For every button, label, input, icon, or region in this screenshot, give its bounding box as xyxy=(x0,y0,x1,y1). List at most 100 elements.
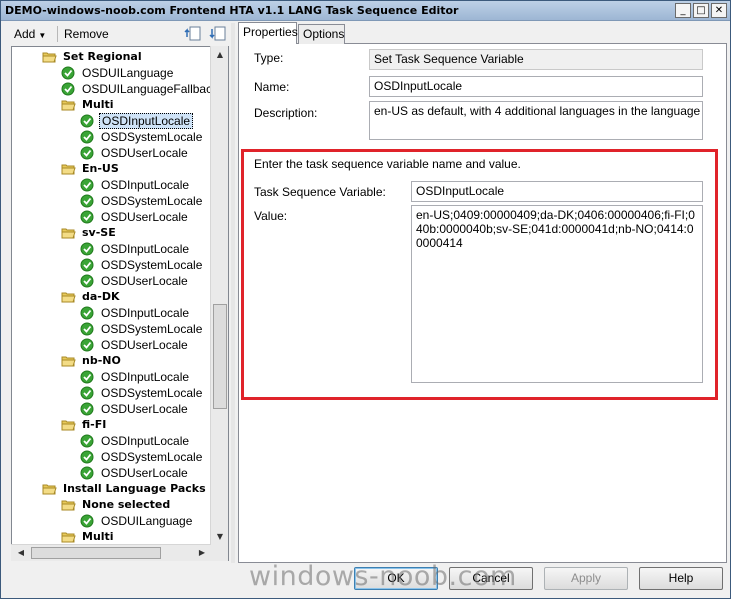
tree-item-label: da-DK xyxy=(82,290,120,303)
tree-item-label: OSDInputLocale xyxy=(101,306,190,320)
add-label: Add xyxy=(14,27,36,41)
type-label: Type: xyxy=(254,51,284,65)
move-up-icon[interactable] xyxy=(184,25,202,43)
tree-item-label: Multi xyxy=(82,530,114,543)
tree-item-label: OSDInputLocale xyxy=(101,178,190,192)
green-check-icon xyxy=(80,130,95,144)
tree-item-label: None selected xyxy=(82,498,171,511)
chevron-down-icon: ▼ xyxy=(38,31,47,40)
tree-item-label: OSDUILanguageFallback xyxy=(82,82,219,96)
tab-options[interactable]: Options xyxy=(298,24,345,44)
green-check-icon xyxy=(80,514,95,528)
folder-icon xyxy=(61,530,76,544)
green-check-icon xyxy=(61,82,76,96)
tree-item-label: OSDUserLocale xyxy=(101,402,188,416)
tree-item-label: Multi xyxy=(82,98,114,111)
tree-item-label: OSDUILanguage xyxy=(82,66,174,80)
green-check-icon xyxy=(80,210,95,224)
type-value: Set Task Sequence Variable xyxy=(369,49,703,70)
folder-icon xyxy=(61,226,76,240)
section-title: Enter the task sequence variable name an… xyxy=(254,157,521,171)
tree-horizontal-scrollbar[interactable]: ◀ ▶ xyxy=(11,544,211,561)
green-check-icon xyxy=(80,194,95,208)
scroll-up-arrow-icon[interactable]: ▲ xyxy=(212,47,228,63)
green-check-icon xyxy=(80,114,95,128)
tree-item-label: OSDInputLocale xyxy=(101,242,190,256)
horizontal-scroll-thumb[interactable] xyxy=(31,547,161,559)
tab-properties[interactable]: Properties xyxy=(238,22,298,44)
tree-item-label: OSDSystemLocale xyxy=(101,194,203,208)
scroll-corner xyxy=(211,544,228,561)
green-check-icon xyxy=(80,322,95,336)
green-check-icon xyxy=(80,242,95,256)
tree-item-label: OSDUILanguage xyxy=(101,514,193,528)
green-check-icon xyxy=(80,258,95,272)
tree-item-label: OSDSystemLocale xyxy=(101,450,203,464)
vertical-scroll-thumb[interactable] xyxy=(213,304,227,409)
description-label: Description: xyxy=(254,106,318,120)
name-field[interactable]: OSDInputLocale xyxy=(369,76,703,97)
tree-vertical-scrollbar[interactable]: ▲ ▼ xyxy=(210,46,228,561)
tree-item-label: sv-SE xyxy=(82,226,116,239)
task-sequence-tree[interactable]: Set Regional OSDUILanguage OSDUILanguageFa… xyxy=(11,46,229,561)
tree-item-label: OSDSystemLocale xyxy=(101,130,203,144)
green-check-icon xyxy=(80,146,95,160)
folder-icon xyxy=(61,98,76,112)
description-field[interactable]: en-US as default, with 4 additional lang… xyxy=(369,101,703,140)
value-field[interactable]: en-US;0409:00000409;da-DK;0406:00000406;… xyxy=(411,205,703,383)
green-check-icon xyxy=(80,338,95,352)
name-label: Name: xyxy=(254,80,290,94)
variable-field[interactable]: OSDInputLocale xyxy=(411,181,703,202)
cancel-button[interactable]: Cancel xyxy=(449,567,533,590)
minimize-button[interactable]: _ xyxy=(675,3,691,18)
green-check-icon xyxy=(80,370,95,384)
green-check-icon xyxy=(80,450,95,464)
folder-icon xyxy=(61,418,76,432)
scroll-left-arrow-icon[interactable]: ◀ xyxy=(13,545,29,561)
toolbar-divider xyxy=(57,26,58,42)
green-check-icon xyxy=(80,434,95,448)
tree-item-label: OSDUserLocale xyxy=(101,338,188,352)
value-label: Value: xyxy=(254,209,288,223)
tree-item-label: Set Regional xyxy=(63,50,142,63)
folder-icon xyxy=(42,482,57,496)
green-check-icon xyxy=(80,274,95,288)
apply-button[interactable]: Apply xyxy=(544,567,628,590)
add-button[interactable]: Add ▼ xyxy=(9,24,55,44)
tree-item-label: OSDSystemLocale xyxy=(101,386,203,400)
title-bar[interactable]: DEMO-windows-noob.com Frontend HTA v1.1 … xyxy=(1,1,730,21)
ok-button[interactable]: OK xyxy=(354,567,438,590)
green-check-icon xyxy=(80,178,95,192)
folder-icon xyxy=(61,290,76,304)
help-button[interactable]: Help xyxy=(639,567,723,590)
tree-item-label: En-US xyxy=(82,162,119,175)
tree-item-label: OSDInputLocale xyxy=(101,370,190,384)
tree-item-label: OSDUserLocale xyxy=(101,466,188,480)
tree-item-label: OSDInputLocale xyxy=(101,434,190,448)
window-title: DEMO-windows-noob.com Frontend HTA v1.1 … xyxy=(5,4,459,17)
green-check-icon xyxy=(80,386,95,400)
task-sequence-editor-window: DEMO-windows-noob.com Frontend HTA v1.1 … xyxy=(0,0,731,599)
maximize-button[interactable]: □ xyxy=(693,3,709,18)
variable-label: Task Sequence Variable: xyxy=(254,185,386,199)
folder-icon xyxy=(42,50,57,64)
close-button[interactable]: ✕ xyxy=(711,3,727,18)
green-check-icon xyxy=(80,466,95,480)
scroll-right-arrow-icon[interactable]: ▶ xyxy=(194,545,210,561)
tree-item-label: fi-FI xyxy=(82,418,107,431)
tree-item-label: nb-NO xyxy=(82,354,121,367)
green-check-icon xyxy=(80,402,95,416)
green-check-icon xyxy=(61,66,76,80)
tree-item-label: OSDInputLocale xyxy=(99,113,194,129)
green-check-icon xyxy=(80,306,95,320)
tree-item-label: Install Language Packs O xyxy=(63,482,219,495)
remove-button[interactable]: Remove xyxy=(59,24,111,44)
folder-icon xyxy=(61,162,76,176)
tree-item-label: OSDUserLocale xyxy=(101,274,188,288)
tree-item-label: OSDUserLocale xyxy=(101,146,188,160)
folder-icon xyxy=(61,354,76,368)
pane-splitter[interactable] xyxy=(231,23,235,563)
tree-toolbar: Add ▼ Remove xyxy=(7,23,229,45)
scroll-down-arrow-icon[interactable]: ▼ xyxy=(212,529,228,545)
move-down-icon[interactable] xyxy=(209,25,227,43)
